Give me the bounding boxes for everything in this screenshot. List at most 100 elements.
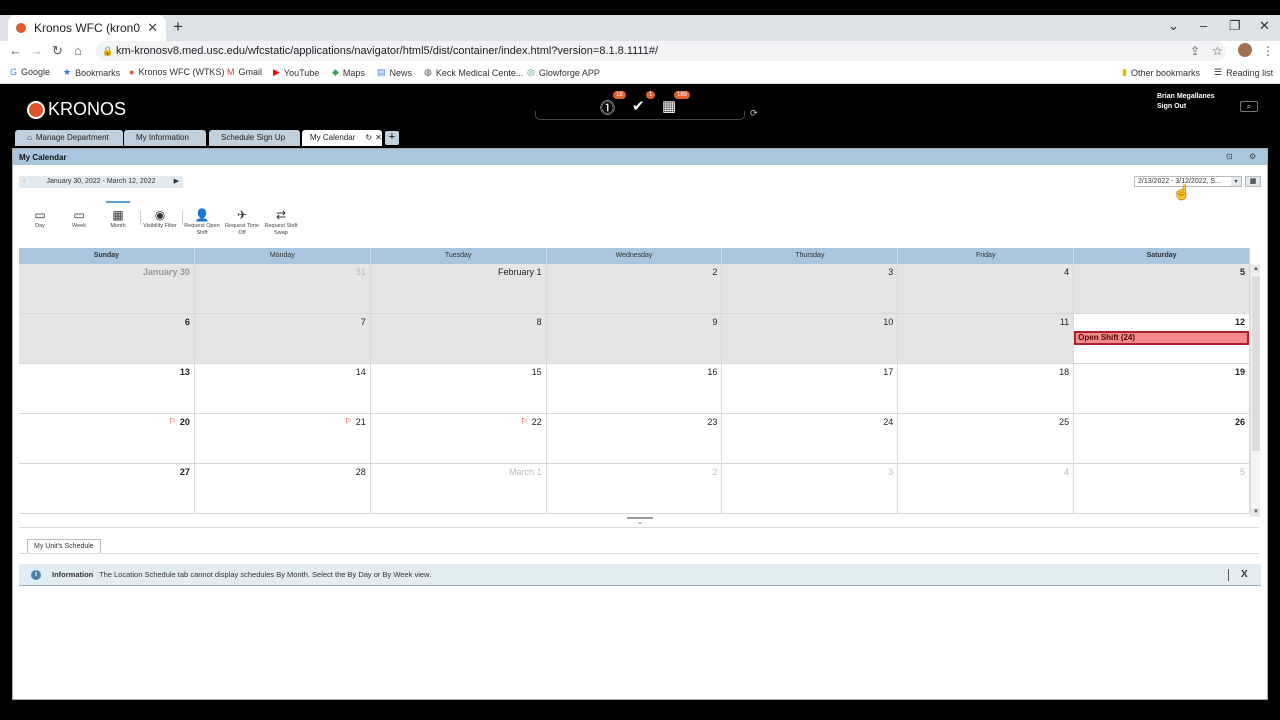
day-cell[interactable]: 26: [1074, 414, 1251, 463]
day-cell[interactable]: 27: [19, 464, 195, 513]
schedule-badge: 189: [674, 91, 691, 99]
close-window-icon[interactable]: ✕: [1259, 18, 1270, 34]
minimize-icon[interactable]: –: [1200, 18, 1207, 33]
request-shift-swap-button[interactable]: ⇄ Request Shift Swap: [261, 207, 301, 237]
day-cell[interactable]: 2: [547, 464, 723, 513]
header-search-field[interactable]: [535, 111, 745, 120]
tab-my-units-schedule[interactable]: My Unit's Schedule: [27, 539, 101, 553]
day-cell[interactable]: 9: [546, 314, 723, 363]
day-cell[interactable]: 4: [898, 464, 1075, 513]
settings-gear-icon[interactable]: ⚙: [1249, 152, 1256, 161]
pane-splitter-handle[interactable]: ⌄: [627, 517, 653, 526]
browser-tab[interactable]: Kronos WFC (kron02) ✕: [8, 15, 166, 41]
close-tab-icon[interactable]: ✕: [147, 20, 158, 36]
bookmark-keck[interactable]: ◍ Keck Medical Cente...: [424, 67, 523, 78]
forward-icon[interactable]: →: [30, 43, 43, 58]
scroll-up-icon[interactable]: ▲: [1252, 265, 1260, 273]
restore-icon[interactable]: ❐: [1229, 18, 1241, 34]
previous-period-icon[interactable]: ‹: [23, 176, 25, 188]
bookmark-gmail[interactable]: M Gmail: [227, 67, 262, 77]
day-cell[interactable]: 10: [722, 314, 899, 363]
calendar-week-icon: ▭: [73, 208, 85, 222]
day-cell[interactable]: 6: [19, 314, 195, 363]
day-cell[interactable]: 13: [19, 364, 195, 413]
day-cell[interactable]: 2: [546, 264, 723, 313]
day-cell[interactable]: 28: [195, 464, 371, 513]
bookmark-glowforge[interactable]: ◎ Glowforge APP: [527, 67, 600, 78]
google-icon: G: [10, 67, 18, 77]
day-cell[interactable]: 4: [898, 264, 1075, 313]
tab-manage-department[interactable]: ⌂ Manage Department: [15, 130, 123, 146]
bookmark-google[interactable]: G Google: [10, 67, 50, 77]
day-cell[interactable]: ⚐ 22: [371, 414, 547, 463]
chevron-down-icon[interactable]: ▾: [1231, 177, 1241, 186]
close-banner-button[interactable]: X: [1241, 564, 1248, 586]
open-shift-event[interactable]: Open Shift (24): [1074, 331, 1250, 345]
tab-search-icon[interactable]: ⌄: [1168, 18, 1179, 34]
request-time-off-button[interactable]: ✈ Request Time Off: [222, 207, 262, 237]
day-cell[interactable]: 5: [1074, 264, 1251, 313]
other-bookmarks[interactable]: ▮ Other bookmarks: [1122, 67, 1200, 78]
share-icon[interactable]: ⇪: [1190, 44, 1200, 58]
day-cell[interactable]: 24: [722, 414, 899, 463]
lock-icon: 🔒: [102, 46, 114, 56]
next-period-icon[interactable]: ▶: [174, 176, 179, 188]
month-view-button[interactable]: ▦ Month: [98, 201, 138, 230]
reload-icon[interactable]: ↻: [52, 43, 63, 59]
bookmark-kronos[interactable]: ● Kronos WFC (WTKS): [129, 67, 224, 77]
bookmark-maps[interactable]: ◆ Maps: [332, 67, 365, 78]
home-icon[interactable]: ⌂: [74, 43, 82, 58]
url-field[interactable]: 🔒 km-kronosv8.med.usc.edu/wfcstatic/appl…: [96, 41, 1226, 61]
refresh-tab-icon[interactable]: ↻: [365, 133, 372, 142]
refresh-icon[interactable]: ⟳: [750, 108, 758, 119]
calendar-scrollbar[interactable]: ▲ ▼: [1250, 264, 1260, 517]
day-cell[interactable]: ⚐ 21: [195, 414, 371, 463]
day-cell[interactable]: 3: [722, 264, 899, 313]
sign-out-link[interactable]: Sign Out: [1157, 102, 1215, 112]
tab-my-information[interactable]: My Information: [124, 130, 206, 146]
day-cell[interactable]: 17: [722, 364, 899, 413]
bookmark-news[interactable]: ▤ News: [377, 67, 412, 78]
day-cell[interactable]: 11: [898, 314, 1075, 363]
day-cell[interactable]: 12 Open Shift (24): [1074, 314, 1251, 363]
reading-list[interactable]: ☰ Reading list: [1214, 67, 1273, 78]
scrollbar-thumb[interactable]: [1252, 276, 1260, 451]
grid-view-button[interactable]: ▦: [1245, 176, 1261, 187]
close-tab-icon[interactable]: ✕: [375, 133, 382, 142]
add-tab-button[interactable]: +: [385, 131, 399, 145]
bookmark-star-icon[interactable]: ☆: [1212, 44, 1223, 58]
menu-dots-icon[interactable]: ⋮: [1262, 44, 1274, 58]
day-cell[interactable]: March 1: [371, 464, 547, 513]
bookmark-youtube[interactable]: ▶ YouTube: [273, 67, 319, 78]
scroll-down-icon[interactable]: ▼: [1252, 508, 1260, 516]
day-cell[interactable]: 19: [1074, 364, 1251, 413]
request-open-shift-button[interactable]: 👤 Request Open Shift: [182, 207, 222, 237]
day-cell[interactable]: 23: [547, 414, 723, 463]
day-cell[interactable]: 5: [1074, 464, 1251, 513]
day-cell[interactable]: February 1: [370, 264, 547, 313]
day-cell[interactable]: ⚐ 20: [19, 414, 195, 463]
day-cell[interactable]: 3: [722, 464, 899, 513]
tab-schedule-sign-up[interactable]: Schedule Sign Up: [209, 130, 300, 146]
day-cell[interactable]: 14: [195, 364, 371, 413]
maximize-icon[interactable]: ⊡: [1226, 152, 1233, 161]
url-text: km-kronosv8.med.usc.edu/wfcstatic/applic…: [116, 45, 659, 57]
back-icon[interactable]: ←: [9, 43, 22, 58]
tab-my-calendar[interactable]: My Calendar ↻ ✕: [302, 130, 382, 146]
new-tab-icon[interactable]: +: [173, 17, 183, 37]
day-cell[interactable]: 16: [547, 364, 723, 413]
day-cell[interactable]: 8: [370, 314, 547, 363]
user-menu: Brian Megallanes Sign Out: [1157, 92, 1215, 112]
day-cell[interactable]: 15: [371, 364, 547, 413]
day-cell[interactable]: 31: [194, 264, 371, 313]
visibility-filter-button[interactable]: ◉ Visibility Filter: [140, 207, 180, 230]
week-view-button[interactable]: ▭ Week: [59, 207, 99, 230]
day-cell[interactable]: January 30: [19, 264, 195, 313]
profile-avatar[interactable]: [1238, 43, 1252, 57]
header-search-icon[interactable]: ⌕: [1240, 101, 1258, 112]
day-cell[interactable]: 25: [898, 414, 1075, 463]
day-view-button[interactable]: ▭ Day: [20, 207, 60, 230]
bookmark-bookmarks[interactable]: ★ Bookmarks: [63, 67, 120, 78]
day-cell[interactable]: 7: [194, 314, 371, 363]
day-cell[interactable]: 18: [898, 364, 1075, 413]
